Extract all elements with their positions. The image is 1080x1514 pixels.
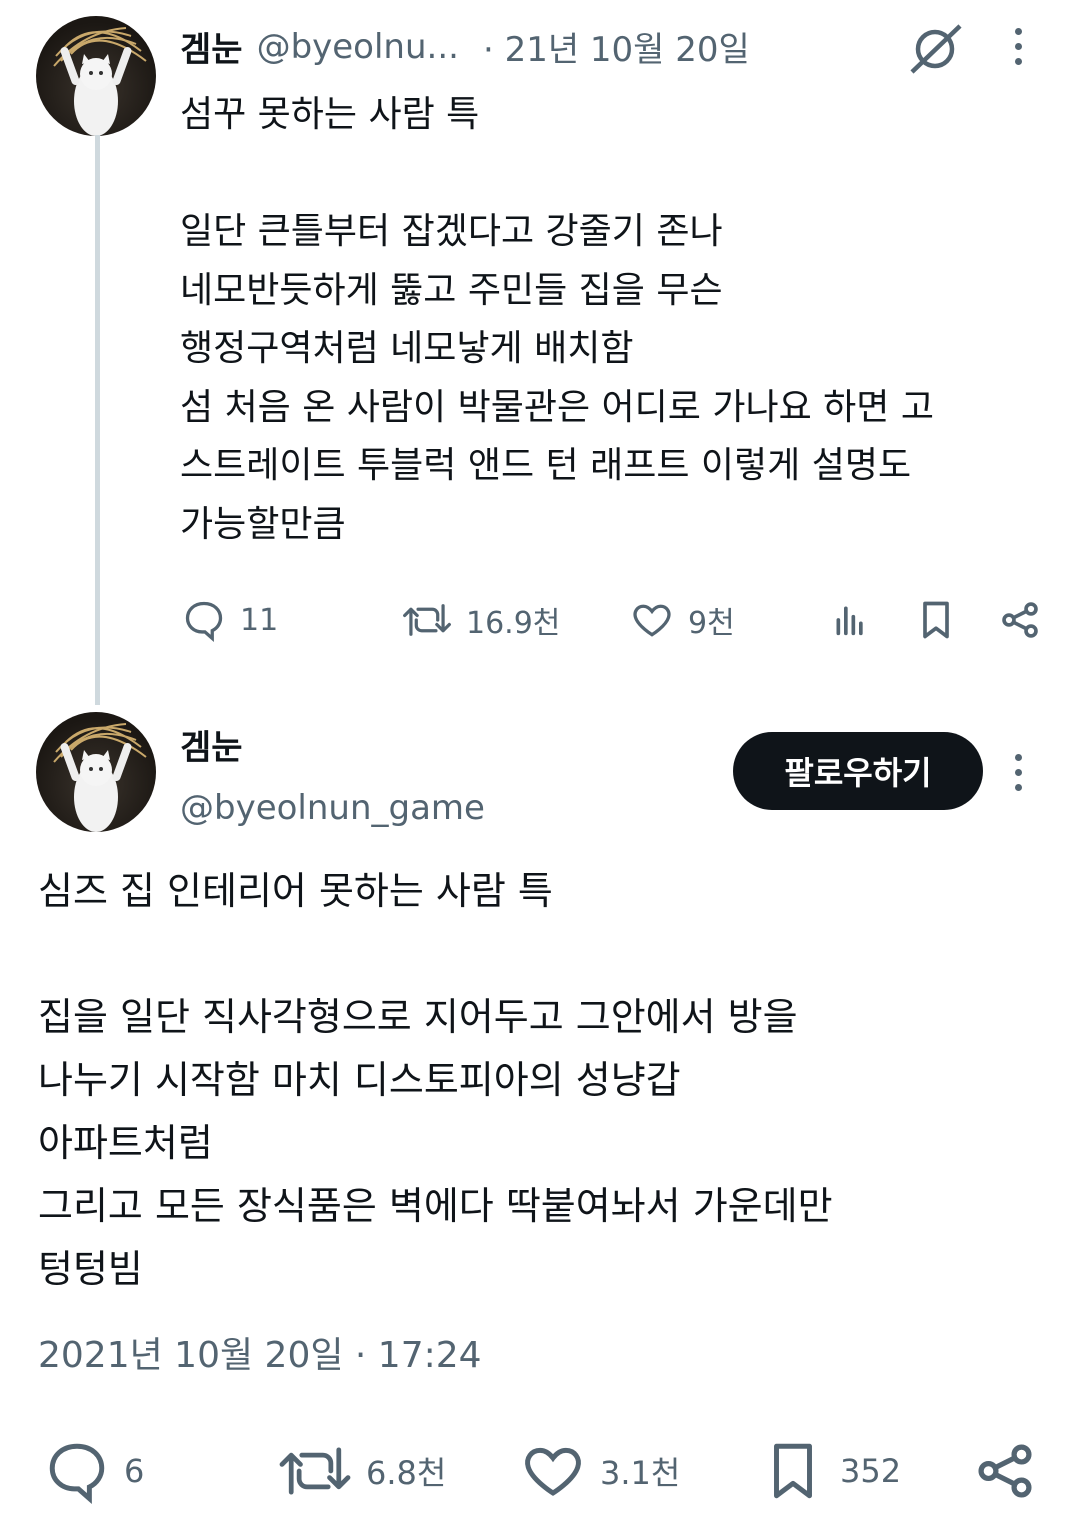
retweet-icon bbox=[403, 604, 451, 636]
more-icon[interactable] bbox=[1015, 754, 1022, 791]
handle[interactable]: @byeolnu... bbox=[257, 27, 459, 67]
like-button[interactable]: 3.1천 bbox=[520, 1438, 680, 1504]
tweet-text: 섬꾸 못하는 사람 특 일단 큰틀부터 잡겠다고 강줄기 존나 네모반듯하게 뚫… bbox=[180, 94, 934, 545]
views-icon[interactable] bbox=[830, 600, 870, 644]
handle[interactable]: @byeolnun_game bbox=[180, 788, 485, 828]
retweet-icon bbox=[279, 1447, 351, 1495]
avatar[interactable] bbox=[36, 16, 156, 136]
slash-circle-icon[interactable] bbox=[906, 20, 964, 82]
like-button[interactable]: 9천 bbox=[630, 598, 735, 642]
bookmark-icon bbox=[774, 1443, 812, 1499]
tweet-date[interactable]: · 21년 10월 20일 bbox=[483, 22, 750, 71]
retweet-count: 16.9천 bbox=[466, 606, 561, 641]
tweet-timestamp[interactable]: 2021년 10월 20일 · 17:24 bbox=[38, 1326, 482, 1378]
reply-button[interactable]: 11 bbox=[182, 598, 278, 642]
reply-icon bbox=[49, 1443, 105, 1504]
display-name[interactable]: 겜눈 bbox=[180, 22, 243, 71]
like-count: 3.1천 bbox=[600, 1454, 681, 1492]
tweet-text: 심즈 집 인테리어 못하는 사람 특 집을 일단 직사각형으로 지어두고 그안에… bbox=[38, 869, 833, 1291]
retweet-count: 6.8천 bbox=[366, 1454, 447, 1492]
retweet-button[interactable]: 16.9천 bbox=[402, 598, 560, 642]
more-icon[interactable] bbox=[1015, 28, 1022, 65]
like-icon bbox=[633, 604, 671, 637]
avatar[interactable] bbox=[36, 712, 156, 832]
display-name[interactable]: 겜눈 bbox=[180, 720, 243, 769]
bookmark-count: 352 bbox=[840, 1452, 902, 1490]
reply-count: 6 bbox=[124, 1452, 145, 1490]
thread-line bbox=[95, 135, 100, 705]
bookmark-icon[interactable] bbox=[914, 598, 958, 646]
retweet-button[interactable]: 6.8천 bbox=[278, 1438, 446, 1504]
reply-icon bbox=[185, 601, 223, 642]
follow-button[interactable]: 팔로우하기 bbox=[733, 732, 983, 810]
like-icon bbox=[525, 1447, 581, 1496]
share-icon[interactable] bbox=[972, 1438, 1038, 1508]
reply-button[interactable]: 6 bbox=[44, 1438, 144, 1504]
bookmark-button[interactable]: 352 bbox=[760, 1438, 901, 1504]
like-count: 9천 bbox=[688, 606, 735, 641]
share-icon[interactable] bbox=[998, 598, 1042, 646]
reply-count: 11 bbox=[240, 602, 279, 638]
cat-avatar-image bbox=[53, 723, 147, 832]
cat-avatar-image bbox=[53, 27, 147, 136]
